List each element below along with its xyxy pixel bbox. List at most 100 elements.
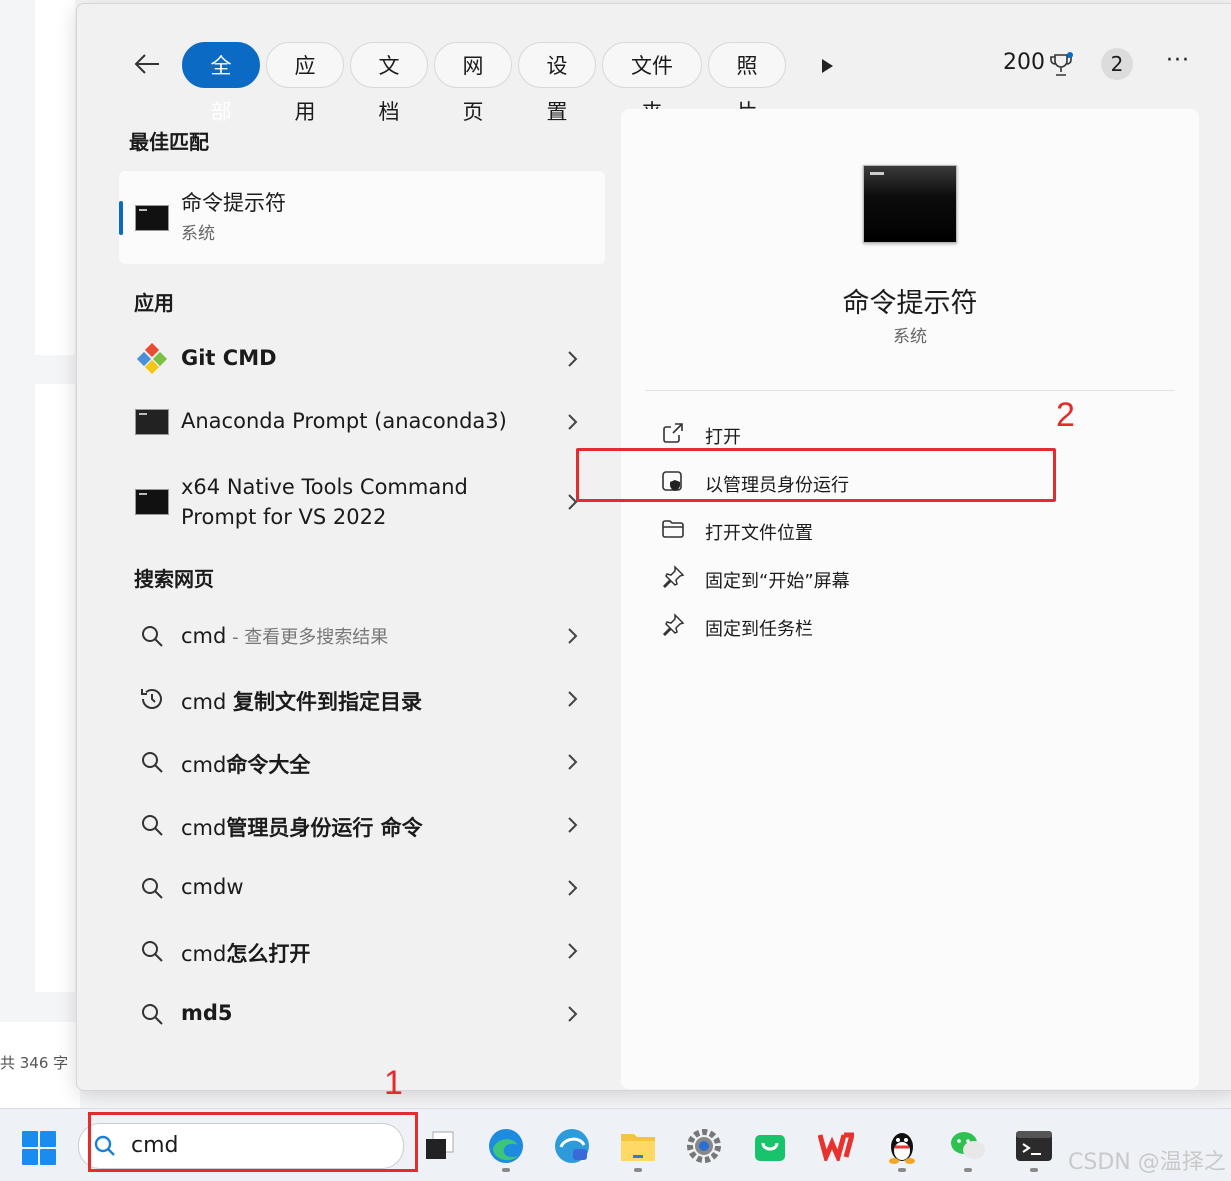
search-panel: 全部 应用 文档 网页 设置 文件夹 照片 200 2 ··· 最佳匹配 命令提…	[76, 3, 1231, 1091]
web-result[interactable]: cmd怎么打开	[119, 923, 605, 979]
windows-logo-tile	[40, 1131, 56, 1147]
web-result[interactable]: cmdw	[119, 860, 605, 916]
best-match-subtitle: 系统	[181, 224, 215, 244]
apps-heading: 应用	[134, 291, 174, 315]
divider	[645, 390, 1175, 391]
console-icon	[135, 408, 169, 436]
details-title: 命令提示符	[842, 288, 978, 319]
action-open-file-location[interactable]: 打开文件位置	[661, 509, 1141, 549]
search-icon	[135, 1000, 169, 1028]
play-icon	[822, 59, 833, 73]
settings-icon[interactable]	[684, 1126, 724, 1166]
web-result[interactable]: cmd - 查看更多搜索结果	[119, 608, 605, 664]
chevron-right-icon[interactable]	[563, 813, 583, 837]
shop-icon[interactable]	[750, 1126, 790, 1166]
windows-logo-tile	[40, 1149, 56, 1165]
file-explorer-icon[interactable]	[618, 1126, 658, 1166]
running-indicator	[502, 1168, 510, 1172]
web-result[interactable]: cmd管理员身份运行 命令	[119, 797, 605, 853]
selection-indicator	[119, 201, 123, 235]
more-options-button[interactable]: ···	[1161, 48, 1195, 78]
more-tabs-button[interactable]	[815, 54, 839, 78]
running-indicator	[634, 1168, 642, 1172]
command-prompt-icon	[863, 165, 957, 243]
best-match-result[interactable]: 命令提示符 系统	[119, 171, 605, 264]
search-icon	[135, 748, 169, 776]
edge-ai-icon[interactable]	[552, 1126, 592, 1166]
tab-all[interactable]: 全部	[182, 42, 260, 124]
edge-icon[interactable]	[486, 1126, 526, 1166]
trophy-icon[interactable]	[1049, 52, 1073, 78]
action-pin-to-start[interactable]: 固定到“开始”屏幕	[661, 557, 1141, 597]
qq-icon[interactable]	[882, 1126, 922, 1166]
git-icon	[135, 343, 169, 375]
web-result-label: cmd命令大全	[181, 753, 311, 777]
tab-photos[interactable]: 照片	[708, 42, 786, 124]
web-result-label: md5	[181, 1001, 233, 1025]
windows-logo-tile	[22, 1149, 38, 1165]
watermark: CSDN @温择之	[1068, 1150, 1226, 1175]
running-indicator	[964, 1168, 972, 1172]
details-subtitle: 系统	[893, 327, 927, 347]
search-icon	[135, 937, 169, 965]
web-result[interactable]: cmd 复制文件到指定目录	[119, 671, 605, 727]
annotation-number-1: 1	[384, 1064, 403, 1102]
app-label: x64 Native Tools Command Prompt for VS 20…	[181, 475, 468, 529]
rewards-points[interactable]: 200	[1003, 50, 1045, 75]
windows-start-button[interactable]	[22, 1131, 56, 1165]
search-icon	[135, 811, 169, 839]
account-badge[interactable]: 2	[1101, 48, 1133, 80]
web-result-label: cmd管理员身份运行 命令	[181, 816, 423, 840]
tab-web[interactable]: 网页	[434, 42, 512, 124]
app-result-x64-native-tools[interactable]: x64 Native Tools Command Prompt for VS 20…	[119, 470, 605, 534]
background-card	[35, 0, 75, 355]
app-result-anaconda-prompt[interactable]: Anaconda Prompt (anaconda3)	[119, 394, 605, 450]
console-icon	[135, 488, 169, 516]
tab-documents[interactable]: 文档	[350, 42, 428, 124]
back-button[interactable]	[129, 46, 165, 82]
running-indicator	[1030, 1168, 1038, 1172]
annotation-box-search	[88, 1112, 418, 1172]
terminal-icon[interactable]	[1014, 1126, 1054, 1166]
web-result[interactable]: md5	[119, 986, 605, 1042]
app-result-git-cmd[interactable]: Git CMD	[119, 331, 605, 387]
chevron-right-icon[interactable]	[563, 1002, 583, 1026]
tab-apps[interactable]: 应用	[266, 42, 344, 124]
web-result-label: cmd 复制文件到指定目录	[181, 690, 423, 714]
word-count: 共 346 字	[0, 1054, 69, 1072]
chevron-right-icon[interactable]	[563, 624, 583, 648]
web-result-label: cmd - 查看更多搜索结果	[181, 624, 389, 648]
chevron-right-icon[interactable]	[563, 347, 583, 371]
tab-settings[interactable]: 设置	[518, 42, 596, 124]
annotation-number-2: 2	[1056, 396, 1075, 434]
arrow-left-icon	[134, 54, 159, 74]
folder-icon	[662, 520, 684, 538]
chevron-right-icon[interactable]	[563, 939, 583, 963]
search-icon	[135, 622, 169, 650]
details-pane: 命令提示符 系统 打开 以管理员身份运行 打开文件位置 固定到“开始”屏幕 固定…	[621, 109, 1199, 1089]
chevron-right-icon[interactable]	[563, 687, 583, 711]
best-match-heading: 最佳匹配	[129, 130, 209, 154]
tab-folders[interactable]: 文件夹	[602, 42, 702, 124]
web-search-heading: 搜索网页	[134, 567, 214, 591]
running-indicator	[898, 1168, 906, 1172]
web-result-label: cmd怎么打开	[181, 942, 311, 966]
action-pin-to-taskbar[interactable]: 固定到任务栏	[661, 605, 1141, 645]
history-icon	[135, 685, 169, 713]
windows-logo-tile	[22, 1131, 38, 1147]
background-card	[35, 384, 75, 992]
annotation-box-run-as-admin	[576, 448, 1056, 502]
best-match-title: 命令提示符	[181, 191, 286, 215]
chevron-right-icon[interactable]	[563, 410, 583, 434]
chevron-right-icon[interactable]	[563, 750, 583, 774]
wechat-icon[interactable]	[948, 1126, 988, 1166]
wps-icon[interactable]	[816, 1126, 856, 1166]
task-view-icon[interactable]	[420, 1126, 460, 1166]
pin-icon	[662, 565, 685, 589]
search-icon	[135, 874, 169, 902]
chevron-right-icon[interactable]	[563, 876, 583, 900]
app-label: Anaconda Prompt (anaconda3)	[181, 409, 507, 433]
web-result[interactable]: cmd命令大全	[119, 734, 605, 790]
web-result-label: cmdw	[181, 875, 244, 899]
open-external-icon	[663, 423, 683, 443]
